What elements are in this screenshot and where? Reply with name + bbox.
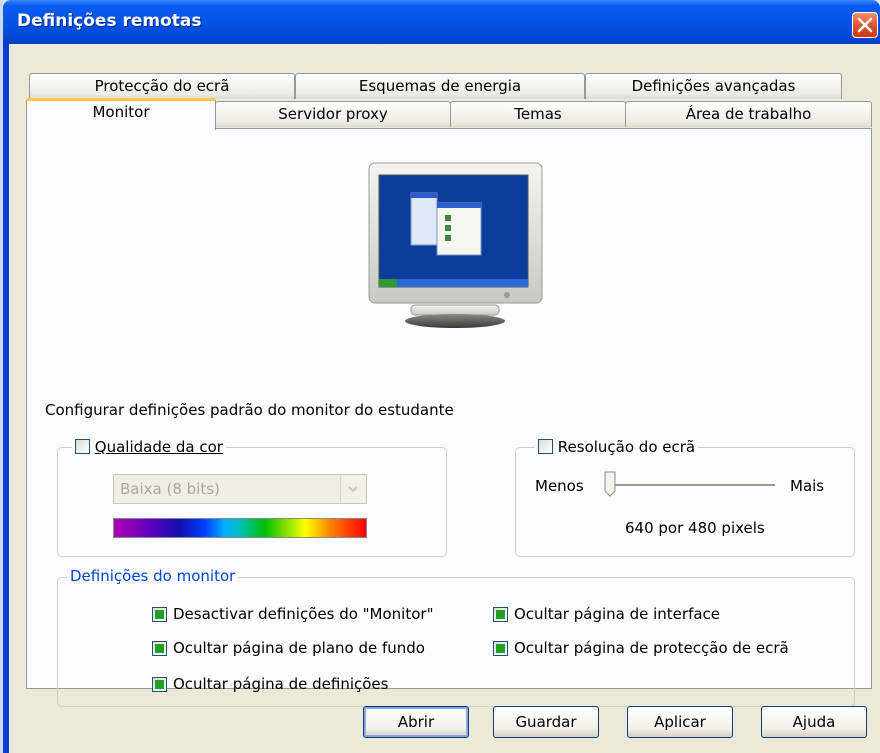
hide-settings-page-checkbox[interactable] bbox=[152, 677, 167, 692]
dialog-client-area: Protecção do ecrã Esquemas de energia De… bbox=[9, 44, 880, 753]
resolution-slider-thumb[interactable] bbox=[604, 471, 616, 497]
resolution-group bbox=[515, 447, 855, 557]
hide-screensaver-page-label[interactable]: Ocultar página de protecção de ecrã bbox=[514, 639, 789, 657]
hide-background-page-checkbox[interactable] bbox=[152, 641, 167, 656]
hide-screensaver-page-checkbox[interactable] bbox=[493, 641, 508, 656]
color-quality-checkbox[interactable] bbox=[75, 439, 90, 454]
color-quality-select[interactable]: Baixa (8 bits) bbox=[113, 474, 367, 504]
resolution-checkbox[interactable] bbox=[538, 439, 553, 454]
color-quality-label: Qualidade da cor bbox=[94, 438, 223, 456]
window-title: Definições remotas bbox=[17, 11, 202, 31]
slider-thumb-icon bbox=[604, 471, 616, 497]
close-icon bbox=[857, 17, 873, 33]
save-button[interactable]: Guardar bbox=[493, 706, 599, 738]
tab-panel-monitor: Configurar definições padrão do monitor … bbox=[26, 128, 872, 707]
tab-power-schemes[interactable]: Esquemas de energia bbox=[295, 73, 585, 99]
resolution-max-label: Mais bbox=[790, 477, 825, 495]
tab-proxy-server[interactable]: Servidor proxy bbox=[215, 101, 451, 127]
resolution-slider-track[interactable] bbox=[610, 484, 775, 487]
resolution-group-title: Resolução do ecrã bbox=[535, 438, 699, 456]
dropdown-arrow-button[interactable] bbox=[340, 476, 365, 502]
hide-settings-page-label[interactable]: Ocultar página de definições bbox=[173, 675, 388, 693]
disable-monitor-settings-checkbox[interactable] bbox=[152, 607, 167, 622]
chevron-down-icon bbox=[348, 486, 358, 493]
hide-background-page-label[interactable]: Ocultar página de plano de fundo bbox=[173, 639, 425, 657]
close-button[interactable] bbox=[852, 12, 878, 38]
tab-desktop[interactable]: Área de trabalho bbox=[625, 101, 872, 127]
tab-monitor[interactable]: Monitor bbox=[26, 98, 216, 130]
open-button[interactable]: Abrir bbox=[363, 706, 469, 738]
resolution-value-text: 640 por 480 pixels bbox=[625, 519, 765, 537]
color-quality-select-value: Baixa (8 bits) bbox=[120, 480, 220, 498]
monitor-settings-group-title: Definições do monitor bbox=[67, 567, 239, 585]
help-button[interactable]: Ajuda bbox=[761, 706, 867, 738]
monitor-settings-heading: Configurar definições padrão do monitor … bbox=[45, 401, 454, 419]
resolution-label: Resolução do ecrã bbox=[557, 438, 696, 456]
color-quality-group-title: Qualidade da cor bbox=[72, 438, 226, 456]
disable-monitor-settings-label[interactable]: Desactivar definições do "Monitor" bbox=[173, 605, 433, 623]
tab-advanced-settings[interactable]: Definições avançadas bbox=[585, 73, 842, 99]
title-bar[interactable]: Definições remotas bbox=[3, 0, 880, 44]
hide-interface-page-label[interactable]: Ocultar página de interface bbox=[514, 605, 720, 623]
resolution-min-label: Menos bbox=[535, 477, 584, 495]
hide-interface-page-checkbox[interactable] bbox=[493, 607, 508, 622]
tab-screensaver[interactable]: Protecção do ecrã bbox=[29, 73, 295, 99]
dialog-window: Definições remotas Protecção do ecrã Esq… bbox=[3, 0, 880, 753]
color-spectrum-bar bbox=[113, 518, 367, 538]
tab-themes[interactable]: Temas bbox=[450, 101, 626, 127]
apply-button[interactable]: Aplicar bbox=[627, 706, 733, 738]
monitor-preview-icon bbox=[368, 162, 543, 328]
